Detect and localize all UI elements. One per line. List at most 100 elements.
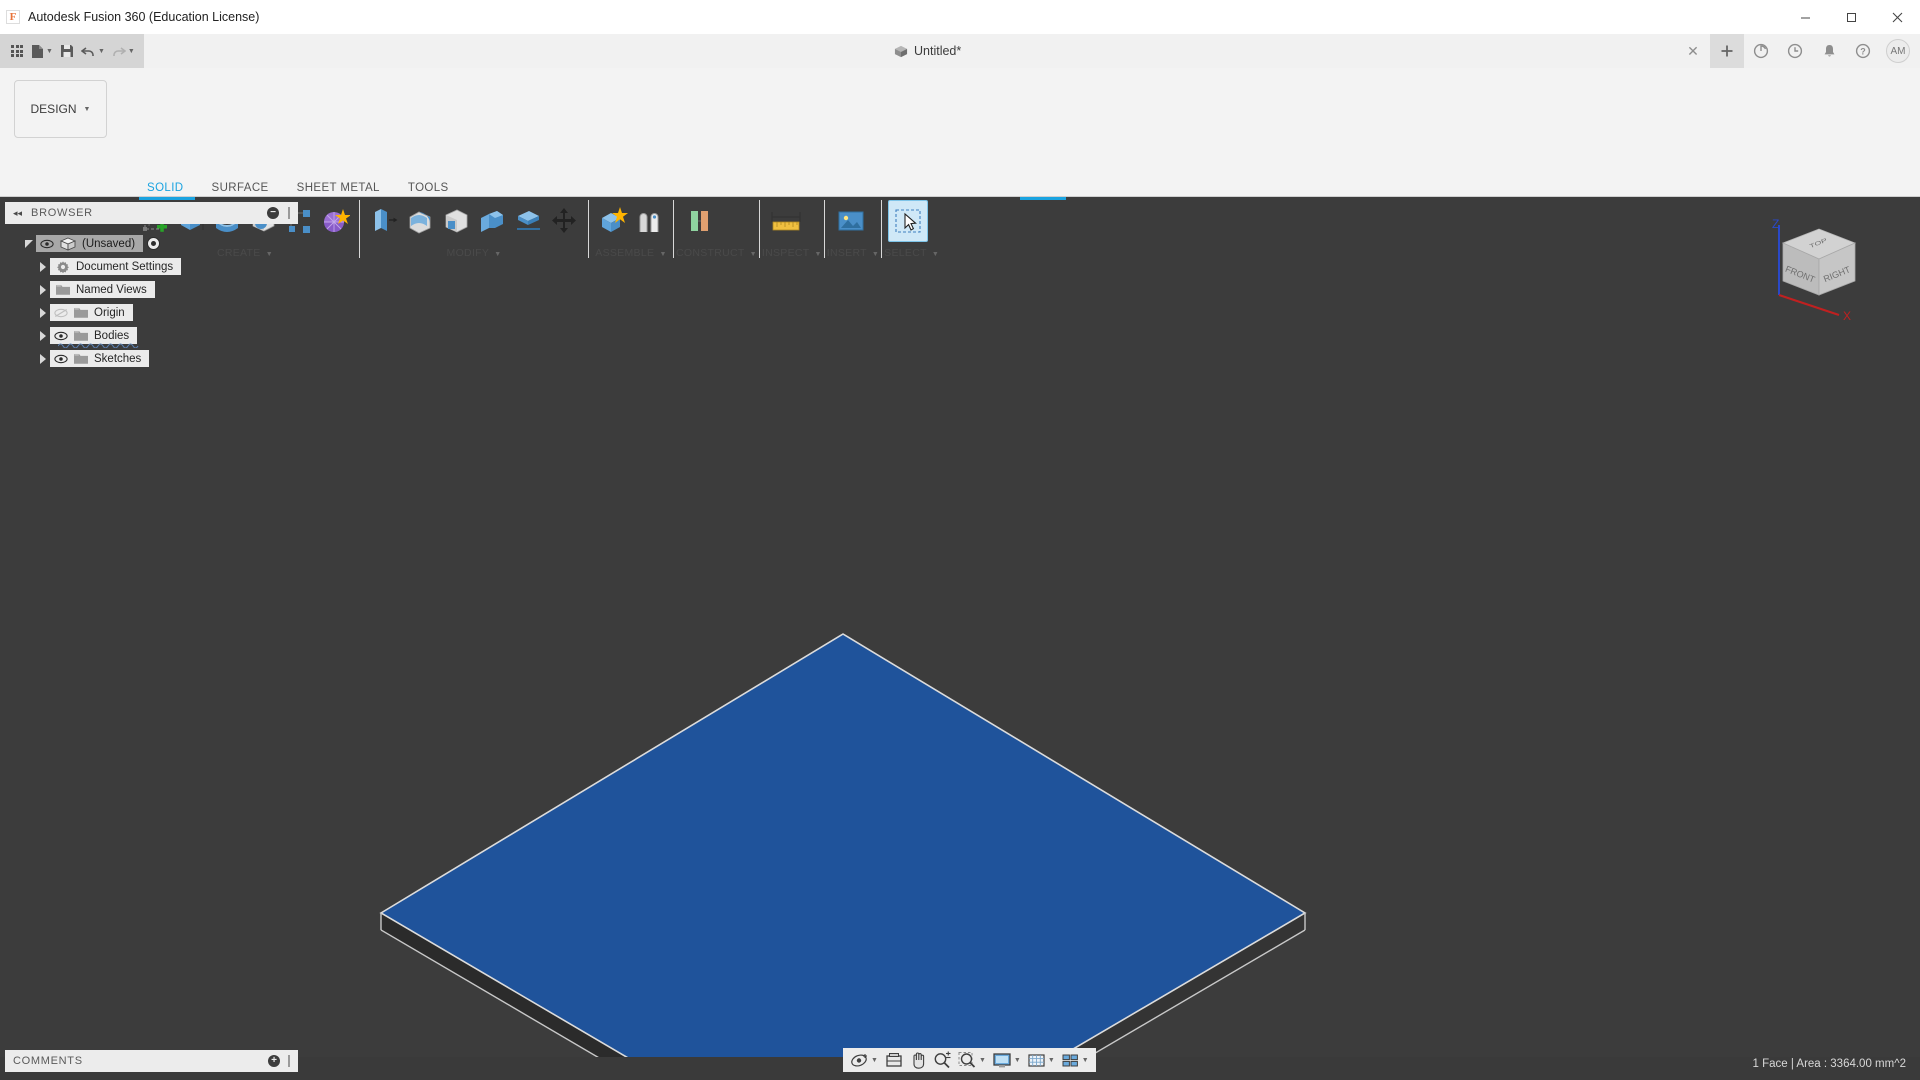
status-bar-selection-info: 1 Face | Area : 3364.00 mm^2 — [1753, 1058, 1907, 1070]
create-mesh-button[interactable] — [317, 200, 353, 242]
expand-triangle-icon[interactable] — [36, 260, 50, 274]
undo-icon[interactable]: ▼ — [78, 38, 108, 64]
tree-node-unsaved[interactable]: (Unsaved) — [0, 232, 303, 255]
chevron-down-icon: ▼ — [98, 48, 105, 55]
insert-canvas-button[interactable] — [831, 200, 871, 242]
viewports-button[interactable]: ▼ — [1058, 1049, 1092, 1071]
activate-component-radio[interactable] — [147, 237, 160, 250]
minimize-button[interactable] — [1782, 0, 1828, 34]
save-icon[interactable] — [56, 38, 78, 64]
chevron-down-icon: ▼ — [932, 251, 939, 258]
document-tab[interactable]: Untitled* — [880, 34, 975, 68]
offset-plane-button[interactable] — [680, 200, 720, 242]
panel-construct-label[interactable]: CONSTRUCT ▼ — [676, 244, 757, 264]
panel-separator — [881, 200, 882, 258]
combine-button[interactable] — [474, 200, 510, 242]
expand-triangle-icon[interactable] — [36, 352, 50, 366]
redo-icon[interactable]: ▼ — [108, 38, 138, 64]
selected-top-face — [381, 634, 1305, 1057]
close-button[interactable] — [1874, 0, 1920, 34]
tab-tools[interactable]: TOOLS — [394, 180, 463, 196]
split-face-button[interactable] — [510, 200, 546, 242]
panel-insert-label[interactable]: INSERT ▼ — [827, 244, 879, 264]
move-copy-button[interactable] — [546, 200, 582, 242]
notifications-bell-icon[interactable] — [1812, 34, 1846, 68]
tab-solid[interactable]: SOLID — [133, 180, 198, 196]
panel-inspect-label[interactable]: INSPECT ▼ — [762, 244, 822, 264]
select-tool-button[interactable] — [888, 200, 928, 242]
new-file-icon[interactable]: ▼ — [28, 38, 56, 64]
folder-icon — [74, 353, 88, 364]
measure-button[interactable] — [766, 200, 806, 242]
orbit-button[interactable]: ▼ — [847, 1049, 881, 1071]
expand-triangle-icon[interactable] — [36, 329, 50, 343]
workspace-switcher-button[interactable]: DESIGN ▼ — [14, 80, 107, 138]
help-icon[interactable]: ? — [1846, 34, 1880, 68]
panel-modify-label[interactable]: MODIFY ▼ — [362, 244, 586, 264]
tree-node-label: Named Views — [76, 284, 147, 296]
expand-triangle-icon[interactable] — [36, 306, 50, 320]
chevron-down-icon: ▼ — [750, 251, 757, 258]
panel-select-label[interactable]: SELECT ▼ — [884, 244, 939, 264]
recent-activity-icon[interactable] — [1778, 34, 1812, 68]
chevron-down-icon: ▼ — [494, 251, 501, 258]
tree-node-document-settings[interactable]: Document Settings — [0, 255, 303, 278]
view-cube[interactable]: Z X TOP FRONT RIGHT — [1757, 215, 1872, 325]
chevron-down-icon: ▼ — [1048, 1057, 1055, 1064]
visibility-eye-icon[interactable] — [54, 331, 68, 341]
user-avatar[interactable]: AM — [1886, 39, 1910, 63]
chevron-down-icon: ▼ — [871, 1057, 878, 1064]
window-title: Autodesk Fusion 360 (Education License) — [28, 10, 259, 24]
tab-sheet-metal[interactable]: SHEET METAL — [283, 180, 394, 196]
chevron-down-icon: ▼ — [84, 106, 91, 113]
add-comment-icon[interactable]: + — [268, 1055, 280, 1067]
workspace-switcher-label: DESIGN — [31, 102, 77, 116]
press-pull-button[interactable] — [366, 200, 402, 242]
visibility-eye-icon[interactable] — [54, 354, 68, 364]
new-tab-button[interactable] — [1710, 34, 1744, 68]
browser-minimize-icon[interactable]: − — [267, 207, 279, 219]
zoom-button[interactable] — [930, 1049, 955, 1071]
display-settings-button[interactable]: ▼ — [989, 1049, 1024, 1071]
folder-icon — [74, 307, 88, 318]
folder-icon — [56, 284, 70, 295]
visibility-eye-off-icon[interactable] — [54, 308, 68, 318]
component-cube-icon — [60, 237, 76, 251]
tree-node-origin[interactable]: Origin — [0, 301, 303, 324]
maximize-button[interactable] — [1828, 0, 1874, 34]
panel-modify: MODIFY ▼ — [362, 200, 586, 264]
panel-assemble-label[interactable]: ASSEMBLE ▼ — [591, 244, 671, 264]
new-component-button[interactable] — [595, 200, 631, 242]
comments-resize-grip[interactable] — [288, 1055, 290, 1067]
fillet-button[interactable] — [402, 200, 438, 242]
browser-resize-grip[interactable] — [288, 207, 290, 219]
expand-triangle-icon[interactable] — [22, 237, 36, 251]
close-tab-button[interactable]: ✕ — [1676, 34, 1710, 68]
expand-triangle-icon[interactable] — [36, 283, 50, 297]
visibility-eye-icon[interactable] — [40, 239, 54, 249]
tree-node-label: (Unsaved) — [82, 238, 135, 250]
chevron-down-icon: ▼ — [46, 48, 53, 55]
tab-surface[interactable]: SURFACE — [198, 180, 283, 196]
fit-button[interactable] — [881, 1049, 907, 1071]
joint-button[interactable] — [631, 200, 667, 242]
tree-node-bodies[interactable]: Bodies — [0, 324, 303, 347]
chevron-down-icon: ▼ — [872, 251, 879, 258]
gear-icon — [56, 260, 70, 274]
tree-node-label: Bodies — [94, 330, 129, 342]
chevron-down-icon: ▼ — [128, 48, 135, 55]
panel-separator — [588, 200, 589, 258]
comments-panel: COMMENTS + — [5, 1050, 298, 1072]
grid-snaps-button[interactable]: ▼ — [1024, 1049, 1058, 1071]
tree-node-sketches[interactable]: Sketches — [0, 347, 303, 370]
chevron-down-icon: ▼ — [979, 1057, 986, 1064]
shell-button[interactable] — [438, 200, 474, 242]
pan-hand-button[interactable] — [907, 1049, 930, 1071]
job-status-icon[interactable] — [1744, 34, 1778, 68]
quick-access-toolbar: ▼ ▼ ▼ — [0, 34, 144, 68]
zoom-window-button[interactable]: ▼ — [955, 1049, 989, 1071]
app-grid-icon[interactable] — [6, 38, 28, 64]
tree-node-named-views[interactable]: Named Views — [0, 278, 303, 301]
collapse-browser-icon[interactable]: ◂◂ — [13, 208, 22, 219]
autodesk-logo-icon: F — [6, 10, 20, 24]
